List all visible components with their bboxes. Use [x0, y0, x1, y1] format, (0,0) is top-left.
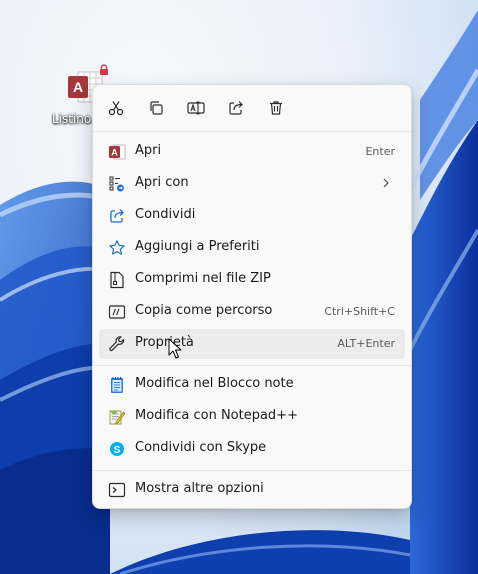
menu-item-proprieta[interactable]: Proprietà ALT+Enter [99, 329, 405, 359]
menu-item-label: Modifica con Notepad++ [135, 408, 298, 423]
menu-separator [93, 365, 411, 366]
menu-item-label: Copia come percorso [135, 303, 273, 318]
menu-item-shortcut: ALT+Enter [337, 337, 395, 350]
access-icon: A [108, 143, 126, 161]
desktop-wallpaper: A Listino. A Apri Enter Apri con Condivi… [0, 0, 478, 574]
quick-actions-bar [93, 85, 411, 131]
menu-item-condividi[interactable]: Condividi [99, 201, 405, 231]
zip-icon [108, 271, 126, 289]
menu-item-apri-con[interactable]: Apri con [99, 169, 405, 199]
menu-item-label: Condividi con Skype [135, 440, 267, 455]
menu-item-aggiungi-preferiti[interactable]: Aggiungi a Preferiti [99, 233, 405, 263]
cut-button[interactable] [103, 95, 129, 121]
copy-icon [150, 101, 163, 115]
menu-item-blocco-note[interactable]: Modifica nel Blocco note [99, 370, 405, 400]
menu-item-copia-percorso[interactable]: Copia come percorso Ctrl+Shift+C [99, 297, 405, 327]
menu-item-label: Comprimi nel file ZIP [135, 271, 271, 286]
chevron-right-icon [383, 178, 389, 188]
menu-separator [93, 131, 411, 132]
svg-text:A: A [111, 148, 118, 158]
star-icon [108, 239, 126, 257]
menu-item-label: Mostra altre opzioni [135, 481, 264, 496]
copy-path-icon [108, 303, 126, 321]
context-menu[interactable]: A Apri Enter Apri con Condividi Aggiungi… [92, 84, 412, 509]
more-options-icon [108, 481, 126, 499]
svg-text:S: S [114, 445, 121, 456]
skype-icon: S [108, 440, 126, 458]
menu-item-label: Apri con [135, 175, 189, 190]
menu-item-label: Condividi [135, 207, 196, 222]
apps-icon [108, 175, 126, 193]
menu-item-apri[interactable]: A Apri Enter [99, 137, 405, 167]
menu-item-label: Aggiungi a Preferiti [135, 239, 260, 254]
menu-item-skype[interactable]: S Condividi con Skype [99, 434, 405, 464]
copy-button[interactable] [143, 95, 169, 121]
cut-icon [108, 101, 124, 116]
rename-button[interactable] [183, 95, 209, 121]
menu-item-label: Proprietà [135, 335, 194, 350]
lock-icon [100, 64, 108, 75]
menu-item-altre-opzioni[interactable]: Mostra altre opzioni [99, 475, 405, 505]
delete-button[interactable] [263, 95, 289, 121]
notepad-icon [108, 376, 126, 394]
menu-item-label: Apri [135, 143, 162, 158]
share-icon [108, 207, 126, 225]
wrench-icon [108, 335, 126, 353]
menu-item-label: Modifica nel Blocco note [135, 376, 294, 391]
share-button[interactable] [223, 95, 249, 121]
rename-icon [187, 101, 205, 115]
menu-item-shortcut: Ctrl+Shift+C [324, 305, 395, 318]
menu-item-shortcut: Enter [365, 145, 395, 158]
notepadpp-icon [108, 408, 126, 426]
menu-item-notepadpp[interactable]: Modifica con Notepad++ [99, 402, 405, 432]
svg-text:A: A [73, 79, 83, 95]
share-icon [229, 101, 243, 115]
delete-icon [270, 101, 282, 115]
mouse-pointer-icon [168, 338, 182, 359]
menu-separator [93, 470, 411, 471]
menu-item-comprimi-zip[interactable]: Comprimi nel file ZIP [99, 265, 405, 295]
